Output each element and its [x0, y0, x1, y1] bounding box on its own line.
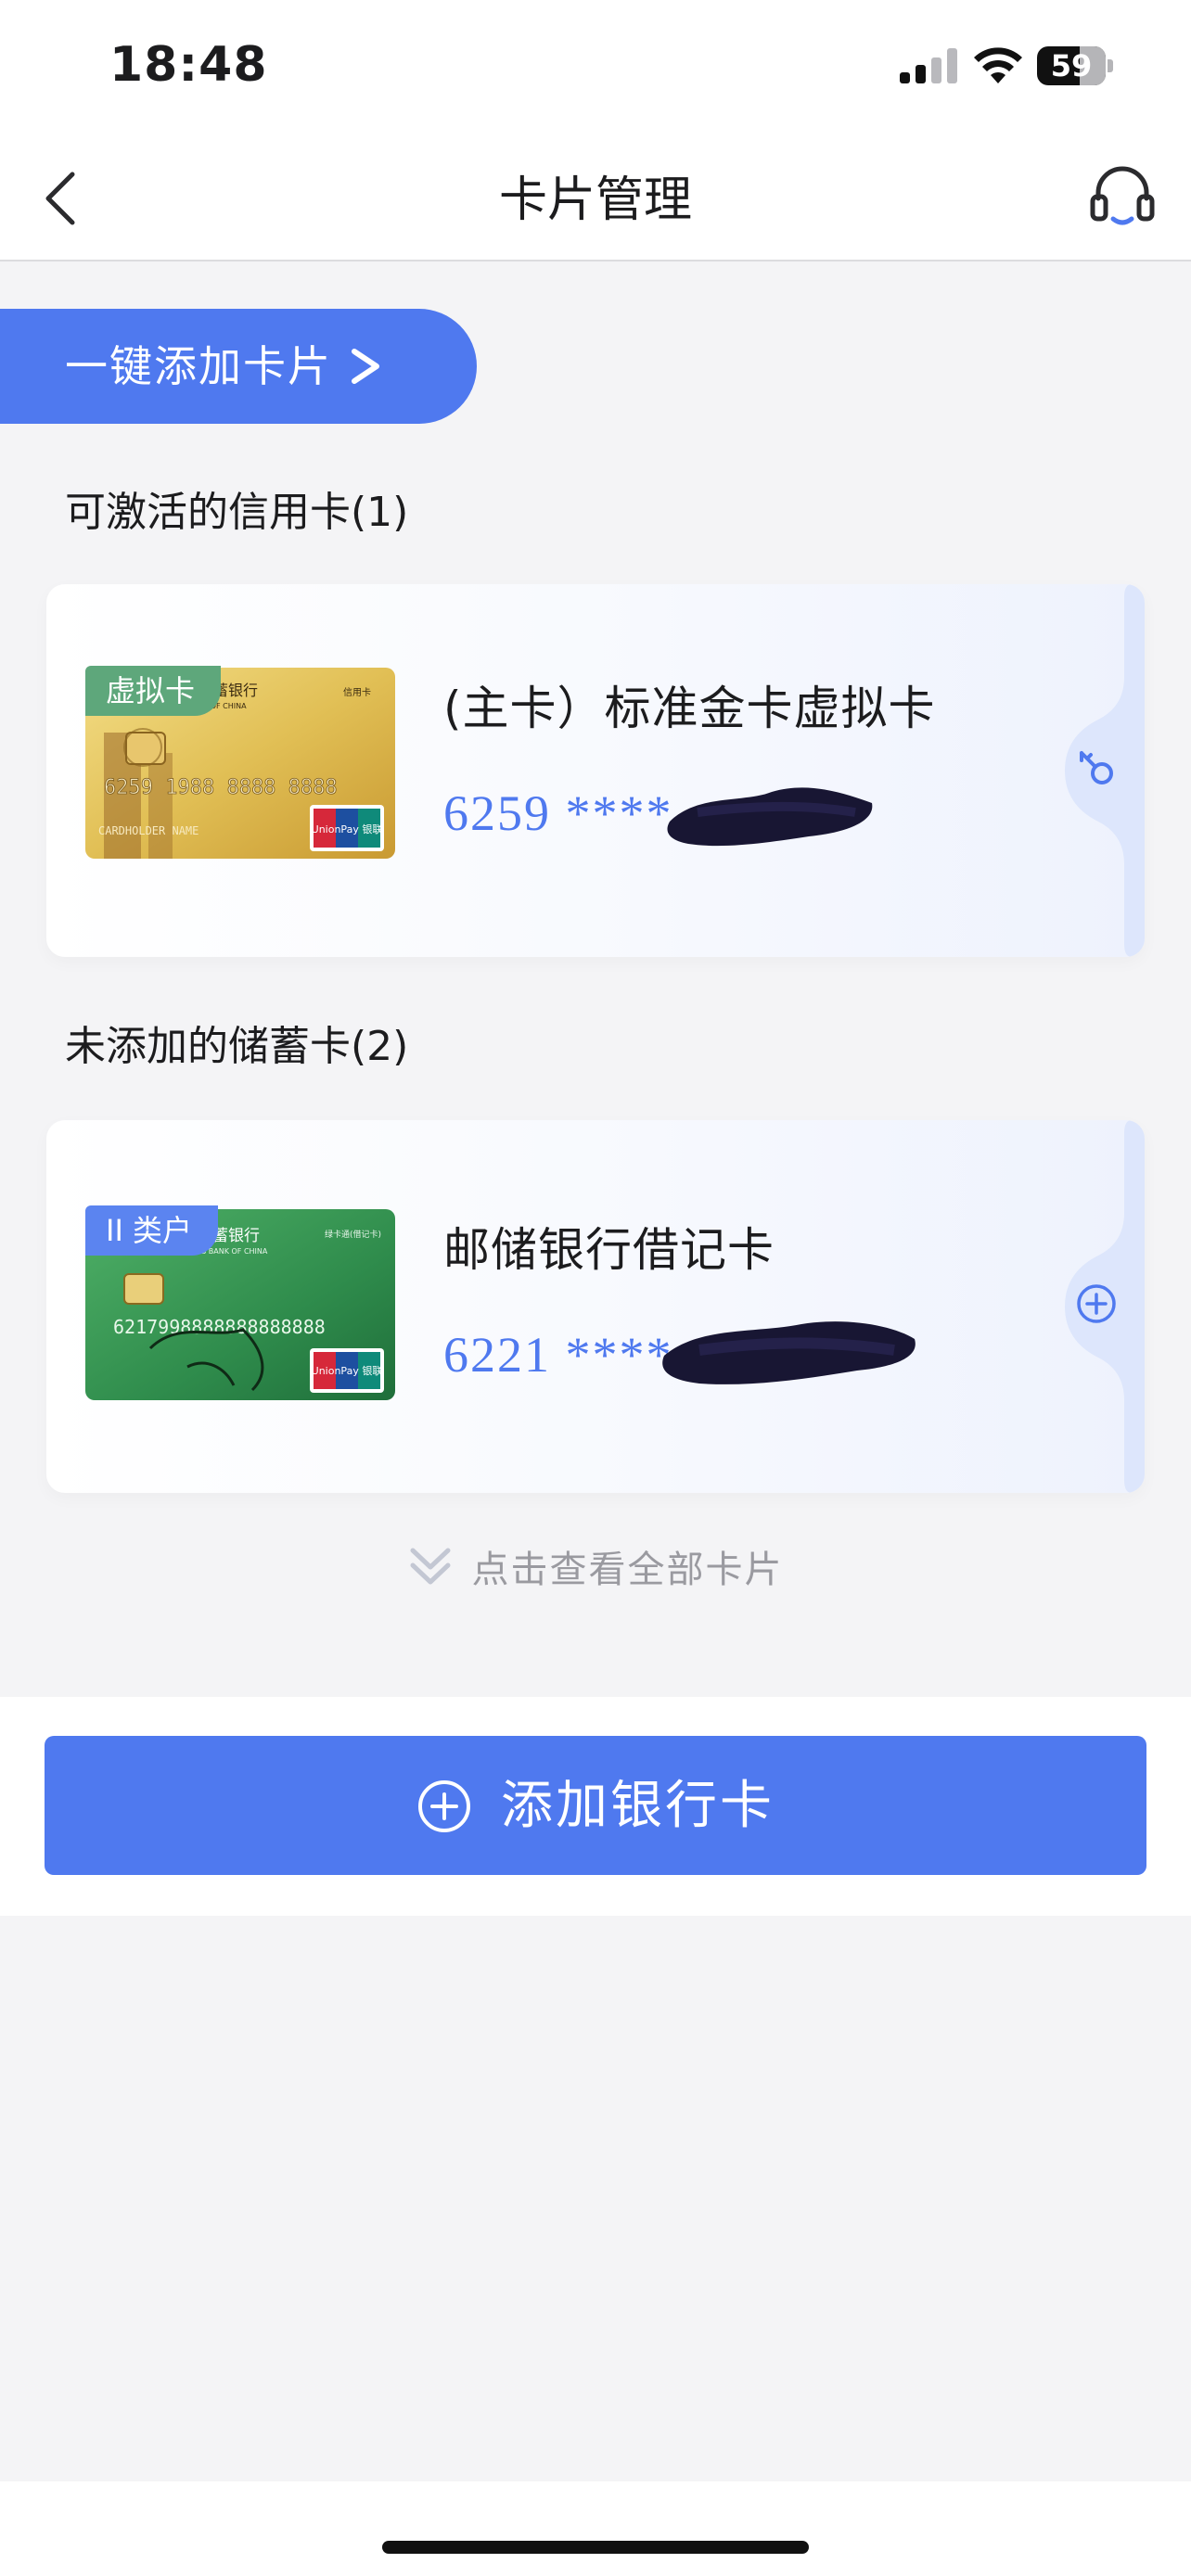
debit-section-title: 未添加的储蓄卡(2)	[65, 1023, 409, 1070]
credit-card-name: (主卡）标准金卡虚拟卡	[443, 682, 936, 735]
view-all-label: 点击查看全部卡片	[471, 1549, 784, 1591]
card-type: 绿卡通(借记卡)	[325, 1229, 381, 1240]
card-holder: CARDHOLDER NAME	[98, 824, 198, 837]
page-title: 卡片管理	[498, 172, 692, 228]
debit-card-name: 邮储银行借记卡	[443, 1223, 775, 1277]
redaction-scribble	[667, 787, 873, 847]
quick-add-label: 一键添加卡片	[65, 341, 332, 391]
home-indicator[interactable]	[382, 2541, 809, 2554]
credit-card-row[interactable]: 蓄银行 BANK OF CHINA 信用卡 6259 1988 8888 888…	[46, 584, 1145, 957]
home-area	[0, 2481, 1191, 2576]
key-icon[interactable]	[1072, 744, 1121, 792]
unionpay-logo: UnionPay 银联	[312, 1364, 383, 1377]
headset-icon[interactable]	[1085, 161, 1159, 236]
status-bar: 18:48 59	[0, 0, 1191, 139]
battery-level: 59	[1050, 48, 1093, 83]
card-type: 信用卡	[343, 686, 371, 698]
view-all-cards-link[interactable]: 点击查看全部卡片	[0, 1539, 1191, 1595]
debit-card-number: 6221 ****	[443, 1327, 673, 1383]
quick-add-card-button[interactable]: 一键添加卡片	[0, 309, 477, 424]
cellular-signal-icon	[900, 48, 957, 83]
plus-circle-icon	[417, 1779, 470, 1832]
credit-section-title: 可激活的信用卡(1)	[65, 489, 409, 536]
credit-card-number: 6259 ****	[443, 785, 673, 841]
battery-icon: 59	[1037, 46, 1113, 85]
plus-circle-icon[interactable]	[1072, 1280, 1121, 1328]
debit-card-row[interactable]: 储蓄银行 POSTAL SAVINGS BANK OF CHINA 绿卡通(借记…	[46, 1120, 1145, 1493]
status-time: 18:48	[109, 37, 268, 93]
add-bank-card-button[interactable]: 添加银行卡	[45, 1736, 1146, 1875]
bottom-panel: 添加银行卡	[0, 1697, 1191, 1916]
card-embossed-number: 6259 1988 8888 8888	[104, 776, 338, 799]
redaction-scribble	[662, 1321, 916, 1384]
virtual-card-tag: 虚拟卡	[85, 666, 222, 716]
add-bank-card-label: 添加银行卡	[501, 1775, 775, 1836]
unionpay-logo: UnionPay 银联	[312, 823, 383, 835]
chevron-right-icon	[352, 349, 379, 384]
card-embossed-number: 6217998888888888888	[113, 1316, 326, 1338]
nav-bar: 卡片管理	[0, 139, 1191, 261]
class-2-account-tag: II 类户	[85, 1205, 219, 1256]
double-chevron-down-icon	[410, 1548, 451, 1585]
wifi-icon	[974, 47, 1022, 83]
